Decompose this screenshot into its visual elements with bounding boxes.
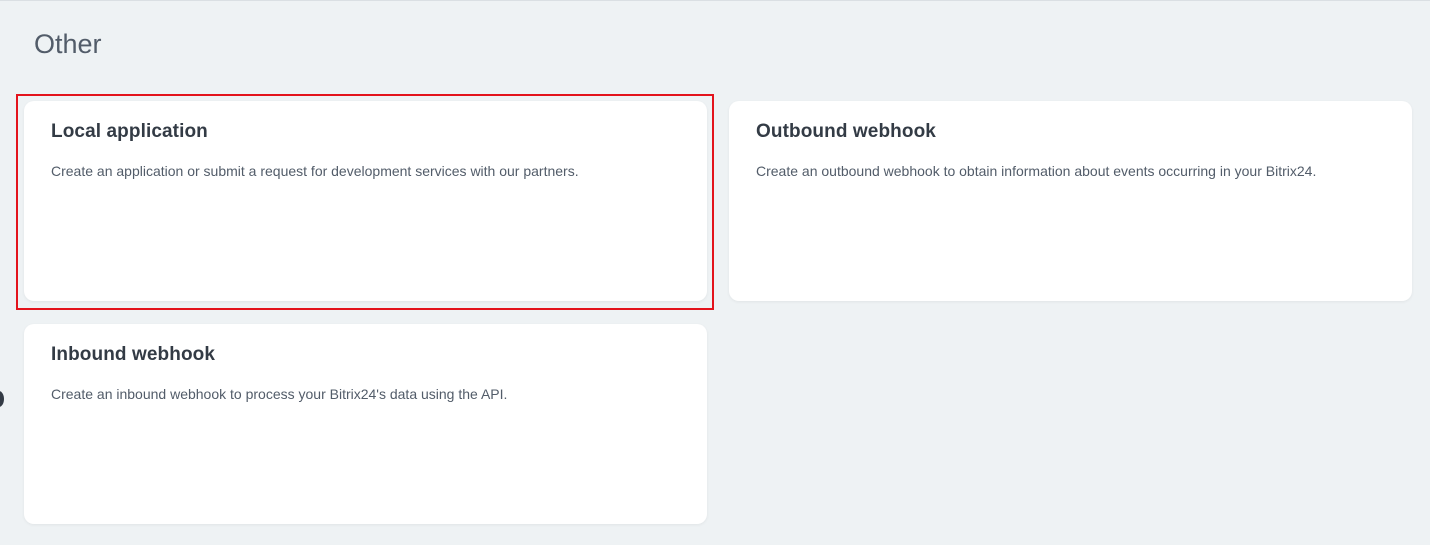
- section-title: Other: [34, 29, 102, 59]
- card-description: Create an application or submit a reques…: [51, 163, 579, 179]
- card-title: Outbound webhook: [756, 121, 936, 142]
- card-title: Inbound webhook: [51, 344, 216, 365]
- card-description: Create an inbound webhook to process you…: [51, 386, 508, 402]
- outbound-webhook-card[interactable]: Outbound webhook Create an outbound webh…: [729, 101, 1412, 301]
- card-title: Local application: [51, 121, 208, 142]
- local-application-card[interactable]: Local application Create an application …: [24, 101, 707, 301]
- card-description: Create an outbound webhook to obtain inf…: [756, 163, 1317, 179]
- side-panel-handle[interactable]: [0, 391, 4, 407]
- integrations-page: Other Local application Create an applic…: [0, 0, 1430, 545]
- inbound-webhook-card[interactable]: Inbound webhook Create an inbound webhoo…: [24, 324, 707, 524]
